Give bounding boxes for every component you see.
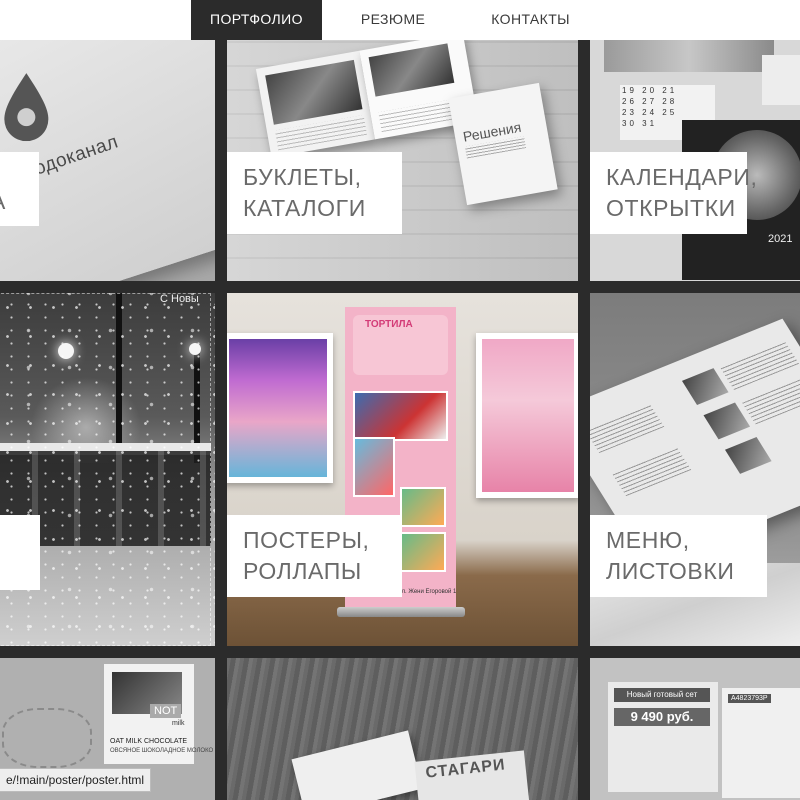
tile-label-line1: БУКЛЕТЫ, <box>243 164 362 190</box>
portfolio-tile-calendars[interactable]: 19 20 21 26 27 28 23 24 25 30 31 2021 КА… <box>590 40 800 281</box>
portfolio-tile-menus[interactable]: МЕНЮ, ЛИСТОВКИ <box>590 293 800 646</box>
tile-label-line1: КАЛЕНДАРИ, <box>606 164 758 190</box>
tile-label: БУКЛЕТЫ, КАТАЛОГИ <box>227 152 402 234</box>
tile-label <box>0 515 40 590</box>
top-navigation: ПОРТФОЛИО РЕЗЮМЕ КОНТАКТЫ <box>0 0 800 40</box>
water-drop-logo-icon <box>4 73 49 142</box>
tile-label-line2: КАТАЛОГИ <box>243 195 366 221</box>
tile-label: ПОСТЕРЫ, РОЛЛАПЫ <box>227 515 402 597</box>
tile-label-line: А <box>0 186 6 217</box>
ad-code: A4823793P <box>728 694 771 703</box>
link-status-bar: e/!main/poster/poster.html <box>0 768 152 792</box>
tile-label-line2: ОТКРЫТКИ <box>606 195 736 221</box>
portfolio-tile-ads[interactable]: Новый готовый сет 9 490 руб. A4823793P <box>590 658 800 800</box>
packaging-not-label: NOT <box>150 704 182 718</box>
rollup-title: ТОРТИЛА <box>365 319 413 330</box>
tile-image-winter-park: С Новы <box>0 293 215 646</box>
portfolio-page: ПОРТФОЛИО РЕЗЮМЕ КОНТАКТЫ осводоканал А <box>0 0 800 800</box>
tile-label: А <box>0 152 39 226</box>
packaging-product: OAT MILK CHOCOLATE <box>110 738 188 745</box>
portfolio-tile-booklets[interactable]: Решения БУКЛЕТЫ, КАТАЛОГИ <box>227 40 578 281</box>
packaging-product-sub: ОВСЯНОЕ ШОКОЛАДНОЕ МОЛОКО <box>110 748 214 754</box>
packaging-milk-label: milk <box>172 720 185 727</box>
tile-label-line2: РОЛЛАПЫ <box>243 558 362 584</box>
winter-sign: С Новы <box>160 293 199 305</box>
ad-banner: Новый готовый сет <box>614 688 710 702</box>
nav-resume[interactable]: РЕЗЮМЕ <box>342 0 444 40</box>
portfolio-tile-winter[interactable]: С Новы <box>0 293 215 646</box>
portfolio-tile-press[interactable]: СТАГАРИ <box>227 658 578 800</box>
tile-label: МЕНЮ, ЛИСТОВКИ <box>590 515 767 597</box>
tile-image-newspaper: СТАГАРИ <box>227 658 578 800</box>
tile-image-ad-layout: Новый готовый сет 9 490 руб. A4823793P <box>590 658 800 800</box>
nav-contacts[interactable]: КОНТАКТЫ <box>472 0 589 40</box>
calendar-year: 2021 <box>768 233 793 245</box>
tile-label: КАЛЕНДАРИ, ОТКРЫТКИ <box>590 152 758 234</box>
tile-label-line1: МЕНЮ, <box>606 527 690 553</box>
nav-portfolio[interactable]: ПОРТФОЛИО <box>191 0 322 40</box>
ad-price: 9 490 руб. <box>614 708 710 726</box>
portfolio-tile-logos[interactable]: осводоканал А <box>0 40 215 281</box>
tile-label-line2: ЛИСТОВКИ <box>606 558 735 584</box>
portfolio-tile-posters[interactable]: ТОРТИЛА Санкт-Петербург, ул. Жени Егоров… <box>227 293 578 646</box>
newspaper-headline: СТАГАРИ <box>424 756 507 782</box>
tile-label-line1: ПОСТЕРЫ, <box>243 527 370 553</box>
